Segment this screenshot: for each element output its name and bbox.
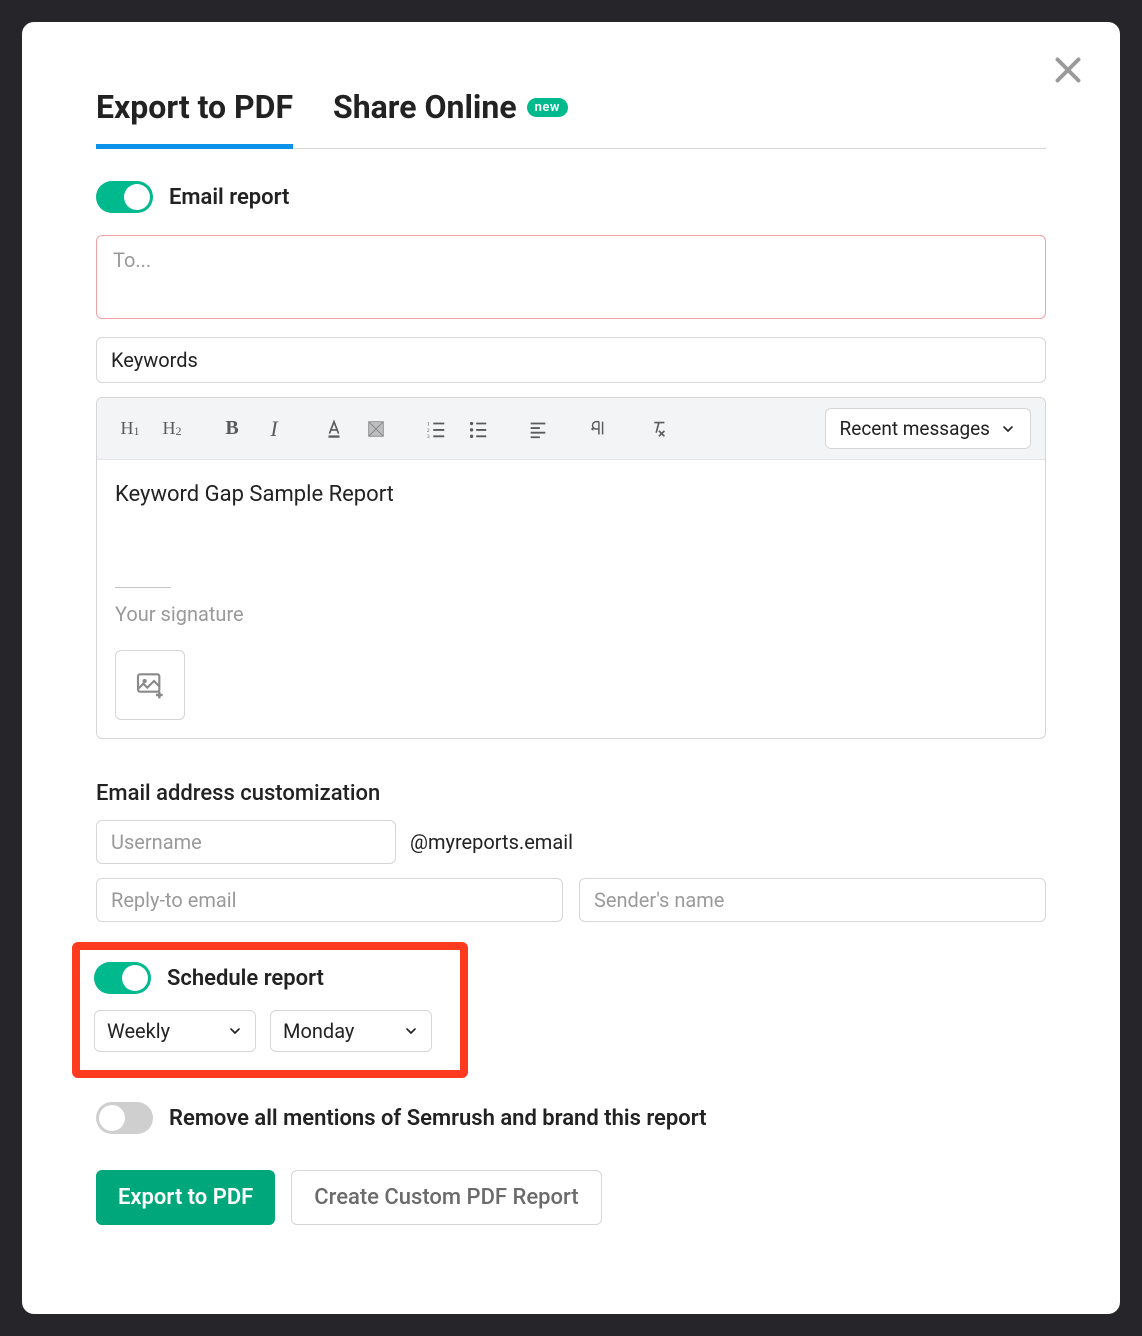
signature-divider bbox=[115, 587, 171, 588]
new-badge: new bbox=[527, 98, 568, 117]
sender-name-input[interactable] bbox=[579, 878, 1046, 922]
chevron-down-icon bbox=[227, 1023, 243, 1039]
svg-text:1: 1 bbox=[427, 421, 430, 427]
schedule-report-label: Schedule report bbox=[167, 966, 324, 991]
schedule-report-row: Schedule report bbox=[94, 962, 446, 994]
text-color-icon bbox=[323, 418, 345, 440]
text-color-button[interactable] bbox=[315, 410, 353, 448]
image-add-icon bbox=[134, 669, 166, 701]
export-modal: Export to PDF Share Online new Email rep… bbox=[22, 22, 1120, 1314]
ordered-list-button[interactable]: 123 bbox=[417, 410, 455, 448]
day-select[interactable]: Monday bbox=[270, 1010, 432, 1052]
bold-button[interactable]: B bbox=[213, 410, 251, 448]
tab-label: Share Online bbox=[333, 88, 517, 126]
frequency-value: Weekly bbox=[107, 1019, 170, 1043]
unordered-list-icon bbox=[467, 418, 489, 440]
svg-text:3: 3 bbox=[427, 434, 430, 440]
heading1-button[interactable]: H1 bbox=[111, 410, 149, 448]
svg-text:2: 2 bbox=[427, 427, 430, 433]
modal-actions: Export to PDF Create Custom PDF Report bbox=[96, 1170, 1046, 1225]
schedule-selects: Weekly Monday bbox=[94, 1010, 446, 1052]
signature-placeholder: Your signature bbox=[115, 602, 1027, 626]
export-pdf-button[interactable]: Export to PDF bbox=[96, 1170, 275, 1225]
tab-share-online[interactable]: Share Online new bbox=[333, 88, 568, 144]
align-left-icon bbox=[527, 418, 549, 440]
schedule-highlight-box: Schedule report Weekly Monday bbox=[72, 942, 468, 1078]
recent-messages-label: Recent messages bbox=[840, 417, 990, 440]
email-domain: @myreports.email bbox=[410, 830, 573, 854]
insert-image-button[interactable] bbox=[115, 650, 185, 720]
to-input[interactable] bbox=[96, 235, 1046, 319]
schedule-report-toggle[interactable] bbox=[94, 962, 151, 994]
ordered-list-icon: 123 bbox=[425, 418, 447, 440]
align-button[interactable] bbox=[519, 410, 557, 448]
close-button[interactable] bbox=[1050, 52, 1086, 88]
direction-button[interactable] bbox=[579, 410, 617, 448]
email-customization-title: Email address customization bbox=[96, 781, 1046, 806]
remove-branding-label: Remove all mentions of Semrush and brand… bbox=[169, 1106, 707, 1131]
email-report-row: Email report bbox=[96, 181, 1046, 213]
background-color-button[interactable] bbox=[357, 410, 395, 448]
username-row: @myreports.email bbox=[96, 820, 1046, 864]
email-report-toggle[interactable] bbox=[96, 181, 153, 213]
heading2-button[interactable]: H2 bbox=[153, 410, 191, 448]
editor-body[interactable]: Keyword Gap Sample Report Your signature bbox=[97, 460, 1045, 738]
remove-branding-toggle[interactable] bbox=[96, 1102, 153, 1134]
editor-toolbar: H1 H2 B I 123 bbox=[97, 398, 1045, 460]
tab-export-pdf[interactable]: Export to PDF bbox=[96, 88, 293, 149]
background-color-icon bbox=[365, 418, 387, 440]
email-report-label: Email report bbox=[169, 185, 289, 210]
modal-tabs: Export to PDF Share Online new bbox=[96, 88, 1046, 149]
recent-messages-button[interactable]: Recent messages bbox=[825, 408, 1031, 449]
reply-to-input[interactable] bbox=[96, 878, 563, 922]
chevron-down-icon bbox=[1000, 421, 1016, 437]
clear-format-icon bbox=[647, 418, 669, 440]
reply-sender-row bbox=[96, 878, 1046, 922]
clear-format-button[interactable] bbox=[639, 410, 677, 448]
rich-text-editor: H1 H2 B I 123 bbox=[96, 397, 1046, 739]
frequency-select[interactable]: Weekly bbox=[94, 1010, 256, 1052]
chevron-down-icon bbox=[403, 1023, 419, 1039]
username-input[interactable] bbox=[96, 820, 396, 864]
italic-button[interactable]: I bbox=[255, 410, 293, 448]
subject-input[interactable] bbox=[96, 337, 1046, 383]
remove-branding-row: Remove all mentions of Semrush and brand… bbox=[96, 1102, 1046, 1134]
close-icon bbox=[1050, 52, 1086, 88]
unordered-list-button[interactable] bbox=[459, 410, 497, 448]
message-text: Keyword Gap Sample Report bbox=[115, 482, 1027, 507]
create-custom-report-button[interactable]: Create Custom PDF Report bbox=[291, 1170, 601, 1225]
paragraph-direction-icon bbox=[587, 418, 609, 440]
tab-label: Export to PDF bbox=[96, 88, 293, 126]
day-value: Monday bbox=[283, 1019, 354, 1043]
